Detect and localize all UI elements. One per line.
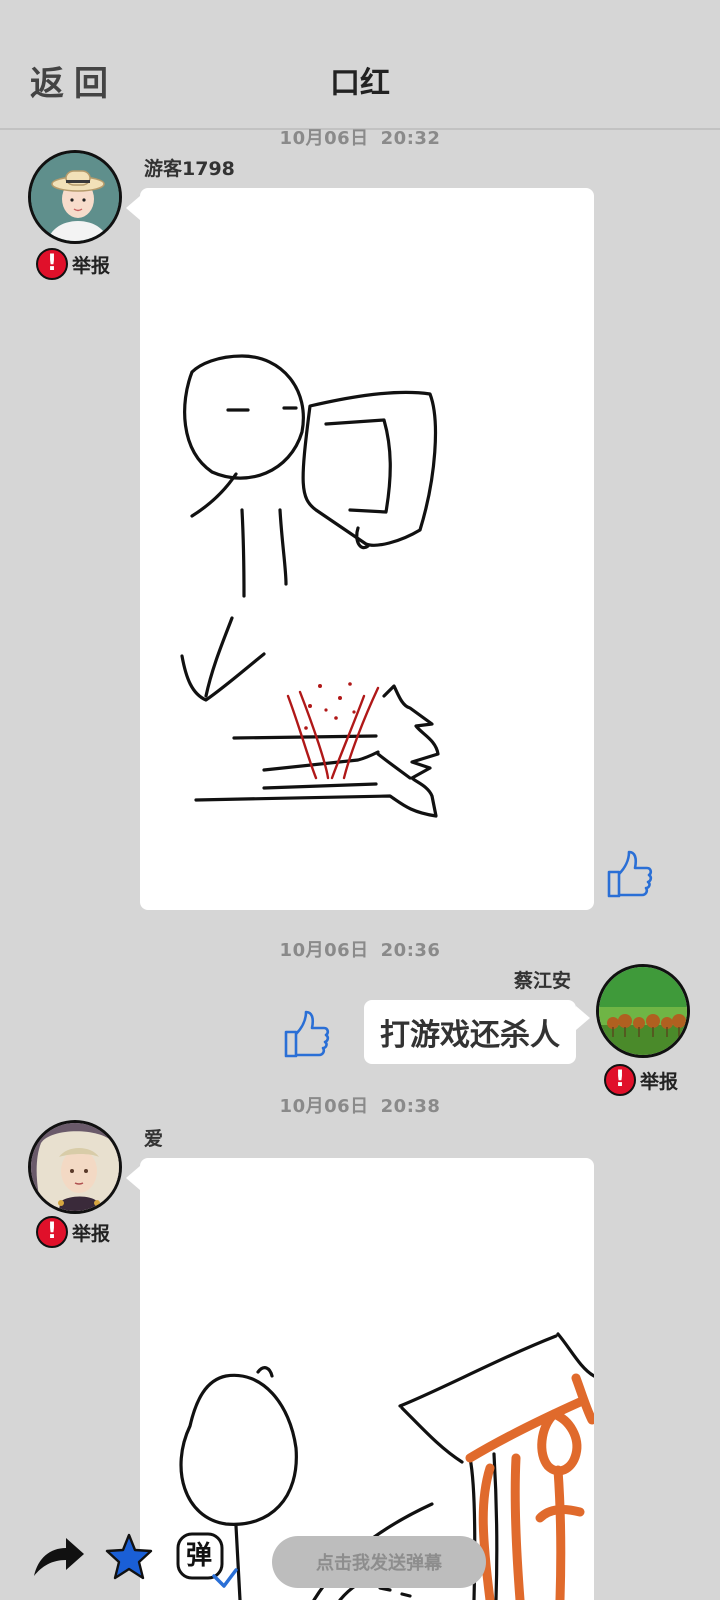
danmu-icon[interactable]: 弹 (174, 1530, 238, 1590)
report-button[interactable]: ! 举报 (36, 248, 110, 280)
avatar[interactable] (28, 1120, 122, 1214)
bubble-tail (576, 1006, 590, 1030)
message-timestamp: 10月06日 20:36 (279, 940, 441, 961)
danmu-icon-char: 弹 (186, 1541, 213, 1571)
drawing-image[interactable] (140, 188, 594, 910)
username: 爱 (144, 1128, 164, 1150)
message-text: 打游戏还杀人 (364, 1000, 576, 1064)
danmu-input[interactable]: 点击我发送弹幕 (272, 1536, 486, 1588)
header-bar: 返回 口红 (0, 0, 720, 130)
alert-icon: ! (36, 248, 68, 280)
star-icon[interactable] (104, 1532, 154, 1582)
report-label: 举报 (640, 1070, 679, 1093)
page-title: 口红 (330, 66, 390, 101)
alert-icon: ! (36, 1216, 68, 1248)
username: 蔡江安 (514, 970, 572, 992)
thumbs-up-icon[interactable] (603, 848, 655, 904)
message-timestamp: 10月06日 20:38 (279, 1096, 441, 1117)
thumbs-up-icon[interactable] (280, 1008, 332, 1064)
bubble-tail (126, 1166, 140, 1190)
message-timestamp: 10月06日 20:32 (279, 128, 441, 149)
report-label: 举报 (72, 254, 111, 277)
avatar[interactable] (596, 964, 690, 1058)
report-button[interactable]: ! 举报 (36, 1216, 110, 1248)
avatar[interactable] (28, 150, 122, 244)
share-icon[interactable] (30, 1534, 86, 1580)
username: 游客1798 (144, 158, 235, 180)
bubble-tail (126, 196, 140, 220)
report-label: 举报 (72, 1222, 111, 1245)
bottom-toolbar: 弹 点击我发送弹幕 (0, 1520, 720, 1600)
